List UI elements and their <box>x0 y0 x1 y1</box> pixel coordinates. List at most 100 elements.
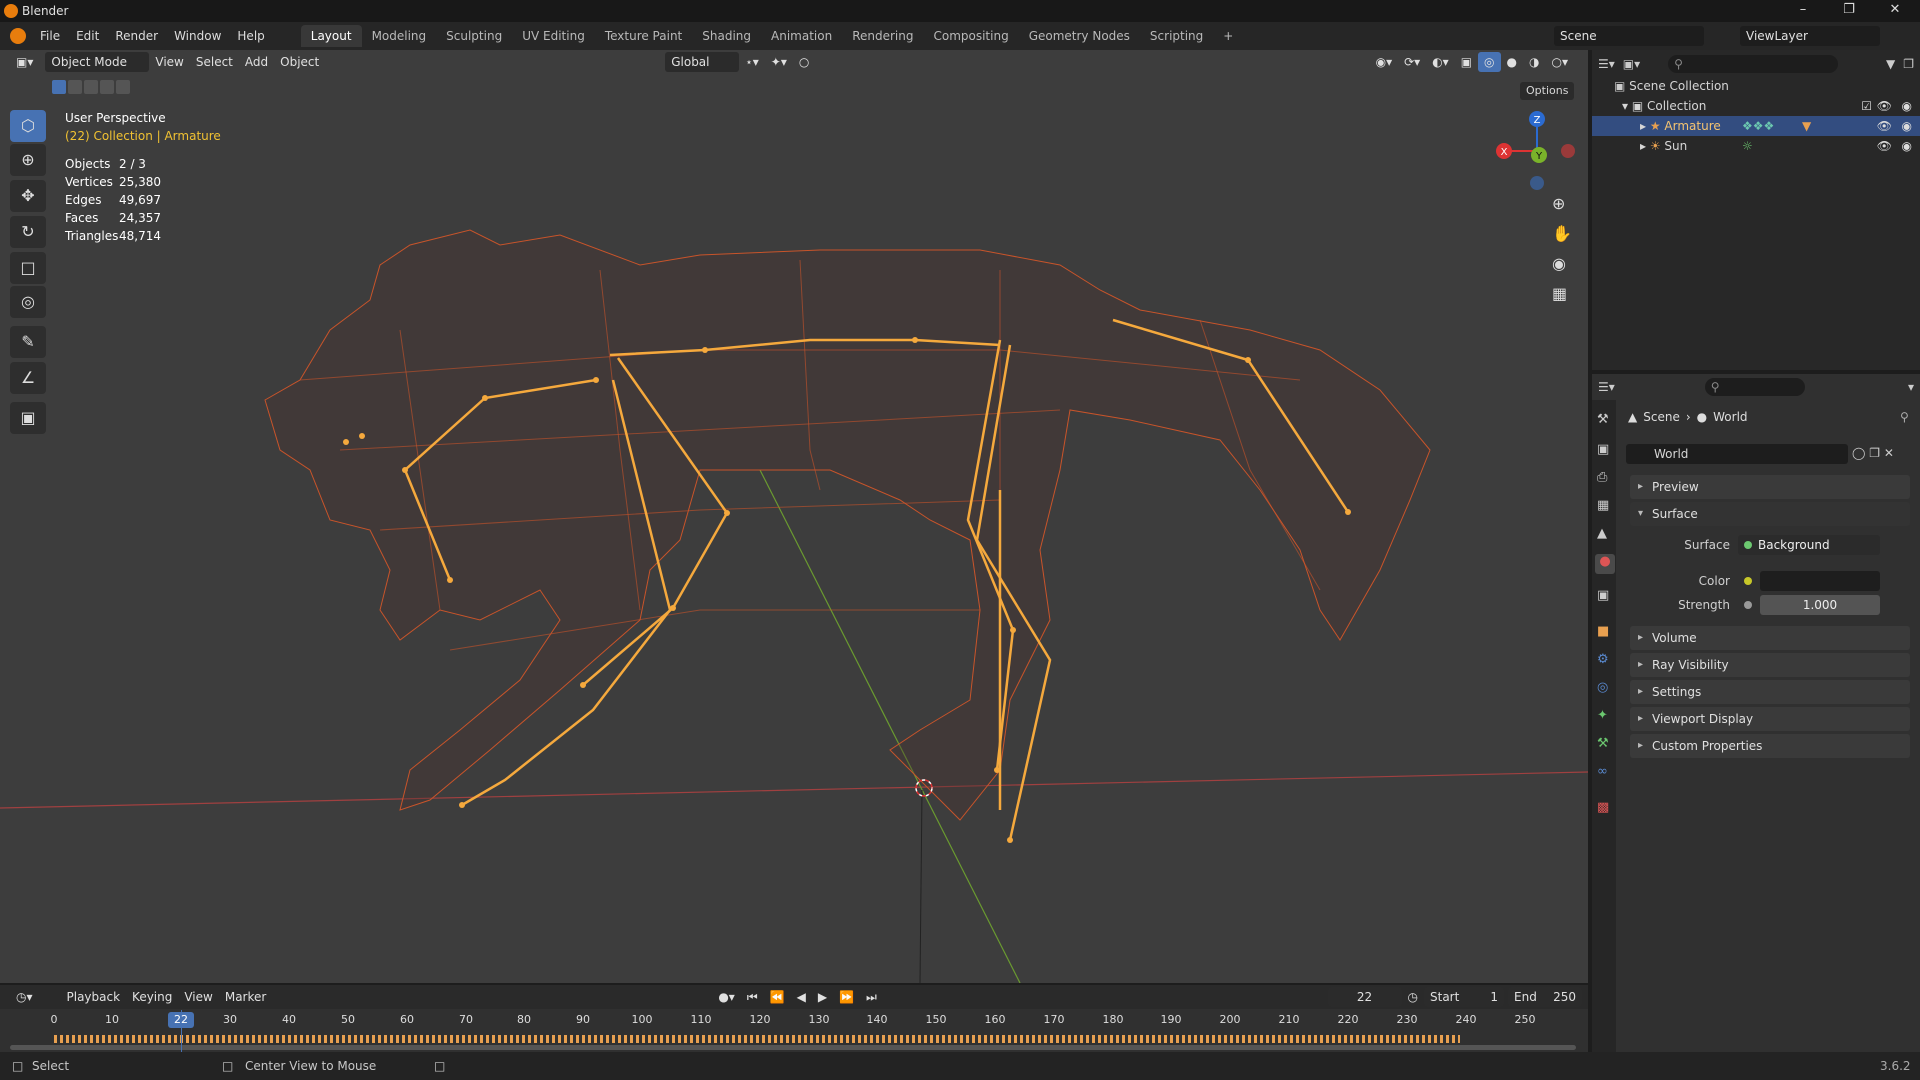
outliner-item-sun[interactable]: ▸ ☀ Sun ☼ 👁 ◉ <box>1592 136 1920 156</box>
tab-texture-paint[interactable]: Texture Paint <box>595 25 692 47</box>
view-menu[interactable]: View <box>178 987 218 1007</box>
snap-icon[interactable]: ✦▾ <box>765 52 793 72</box>
world-datablock-field[interactable]: World <box>1626 444 1848 464</box>
object-menu[interactable]: Object <box>274 52 325 72</box>
playback-menu[interactable]: Playback <box>61 987 127 1007</box>
pan-hand-icon[interactable]: ✋ <box>1552 224 1572 243</box>
ortho-grid-icon[interactable]: ▦ <box>1552 284 1567 303</box>
visibility-icon[interactable]: ◉▾ <box>1370 52 1399 72</box>
camera-icon[interactable]: ◉ <box>1902 96 1912 116</box>
measure-tool[interactable]: ∠ <box>10 362 46 394</box>
next-keyframe-icon[interactable]: ⏩ <box>833 987 860 1007</box>
blender-menu-icon[interactable] <box>10 28 26 44</box>
expand-arrow-icon[interactable]: ▸ <box>1640 139 1650 153</box>
properties-search-input[interactable]: ⚲ <box>1704 378 1805 396</box>
menu-help[interactable]: Help <box>229 29 272 43</box>
panel-surface[interactable]: ▾ Surface <box>1630 502 1910 526</box>
tab-geometry-nodes[interactable]: Geometry Nodes <box>1019 25 1140 47</box>
scene-field[interactable]: Scene <box>1554 26 1704 46</box>
select-box-tool[interactable]: ⬡ <box>10 110 46 142</box>
expand-arrow-icon[interactable]: ▾ <box>1622 99 1632 113</box>
xray-icon[interactable]: ▣ <box>1455 52 1478 72</box>
properties-editor-icon[interactable]: ☰▾ <box>1598 380 1615 394</box>
sun-data-icon[interactable]: ☼ <box>1742 136 1753 156</box>
outliner-search-input[interactable]: ⚲ <box>1668 55 1838 73</box>
start-frame-field[interactable]: Start 1 <box>1424 987 1504 1007</box>
3d-viewport[interactable]: Z X Y ⬡ ⊕ ✥ ↻ □ ◎ ✎ ∠ ▣ User Perspective… <box>0 50 1588 983</box>
view-menu[interactable]: View <box>149 52 189 72</box>
eye-icon[interactable]: 👁 <box>1877 96 1892 116</box>
strength-field[interactable]: 1.000 <box>1760 595 1880 615</box>
options-dropdown[interactable]: Options <box>1520 82 1575 100</box>
clock-icon[interactable]: ◷ <box>1402 987 1424 1007</box>
scale-tool[interactable]: □ <box>10 252 46 284</box>
select-subtract-icon[interactable] <box>84 80 98 94</box>
color-swatch[interactable] <box>1760 571 1880 591</box>
jump-end-icon[interactable]: ⏭ <box>860 987 883 1007</box>
move-tool[interactable]: ✥ <box>10 180 46 212</box>
annotate-tool[interactable]: ✎ <box>10 326 46 358</box>
camera-icon[interactable]: ◉ <box>1902 116 1912 136</box>
expand-arrow-icon[interactable]: ▸ <box>1640 119 1650 133</box>
panel-custom-properties[interactable]: ▸ Custom Properties <box>1630 734 1910 758</box>
viewlayer-field[interactable]: ViewLayer <box>1740 26 1880 46</box>
constraints-tab-icon[interactable]: ∞ <box>1597 764 1608 779</box>
select-extend-icon[interactable] <box>68 80 82 94</box>
panel-settings[interactable]: ▸ Settings <box>1630 680 1910 704</box>
material-shading-icon[interactable]: ◑ <box>1523 52 1545 72</box>
panel-preview[interactable]: ▸ Preview <box>1630 475 1910 499</box>
scene-tab-icon[interactable]: ▲ <box>1597 526 1607 541</box>
end-frame-field[interactable]: End 250 <box>1508 987 1582 1007</box>
maximize-icon[interactable]: ❐ <box>1826 0 1872 22</box>
menu-edit[interactable]: Edit <box>68 29 107 43</box>
overlay-toggle-icon[interactable]: ◐▾ <box>1426 52 1455 72</box>
world-tab-icon[interactable]: ● <box>1595 554 1615 574</box>
rendered-shading-icon[interactable]: ○▾ <box>1546 52 1575 72</box>
tab-modeling[interactable]: Modeling <box>362 25 437 47</box>
zoom-icon[interactable]: ⊕ <box>1552 194 1565 213</box>
tab-compositing[interactable]: Compositing <box>923 25 1018 47</box>
panel-volume[interactable]: ▸ Volume <box>1630 626 1910 650</box>
panel-ray-visibility[interactable]: ▸ Ray Visibility <box>1630 653 1910 677</box>
editor-type-icon[interactable]: ▣▾ <box>10 52 39 72</box>
fake-user-icon[interactable]: ◯ ❐ ✕ <box>1852 446 1894 460</box>
keying-menu[interactable]: Keying <box>126 987 178 1007</box>
selection-mode-buttons[interactable] <box>52 80 140 98</box>
marker-menu[interactable]: Marker <box>219 987 272 1007</box>
solid-shading-icon[interactable]: ● <box>1501 52 1523 72</box>
surface-shader-field[interactable]: Background <box>1738 535 1880 555</box>
tab-shading[interactable]: Shading <box>692 25 761 47</box>
view-layer-tab-icon[interactable]: ▦ <box>1597 498 1609 513</box>
timeline-scrollbar[interactable] <box>10 1045 1576 1050</box>
rotate-tool[interactable]: ↻ <box>10 216 46 248</box>
add-cube-tool[interactable]: ▣ <box>10 402 46 434</box>
tool-tab-icon[interactable]: ⚒ <box>1597 412 1609 427</box>
camera-icon[interactable]: ◉ <box>1902 136 1912 156</box>
filter-icon[interactable]: ▼ <box>1886 57 1895 71</box>
display-mode-icon[interactable]: ▣▾ <box>1623 57 1640 71</box>
object-tab-icon[interactable]: ■ <box>1597 624 1609 639</box>
outliner-scene-collection[interactable]: ▣ Scene Collection <box>1592 76 1920 96</box>
outliner-editor-icon[interactable]: ☰▾ <box>1598 57 1615 71</box>
tab-rendering[interactable]: Rendering <box>842 25 923 47</box>
output-tab-icon[interactable]: ⎙ <box>1597 470 1607 485</box>
menu-window[interactable]: Window <box>166 29 229 43</box>
gizmo-toggle-icon[interactable]: ⟳▾ <box>1398 52 1426 72</box>
transform-tool[interactable]: ◎ <box>10 286 46 318</box>
play-reverse-icon[interactable]: ◀ <box>791 987 812 1007</box>
tab-animation[interactable]: Animation <box>761 25 842 47</box>
mode-dropdown[interactable]: Object Mode <box>45 52 150 72</box>
render-tab-icon[interactable]: ▣ <box>1597 442 1609 457</box>
pin-icon[interactable]: ⚲ <box>1900 410 1909 424</box>
texture-tab-icon[interactable]: ▩ <box>1597 800 1609 815</box>
tab-sculpting[interactable]: Sculpting <box>436 25 512 47</box>
panel-viewport-display[interactable]: ▸ Viewport Display <box>1630 707 1910 731</box>
tab-uv-editing[interactable]: UV Editing <box>512 25 595 47</box>
outliner-collection[interactable]: ▾ ▣ Collection ☑ 👁 ◉ <box>1592 96 1920 116</box>
add-workspace-icon[interactable]: + <box>1213 25 1243 47</box>
collapse-icon[interactable]: ▾ <box>1908 380 1914 394</box>
select-intersect-icon[interactable] <box>116 80 130 94</box>
close-icon[interactable]: ✕ <box>1872 0 1918 22</box>
eye-icon[interactable]: 👁 <box>1877 136 1892 156</box>
physics-tab-icon[interactable]: ✦ <box>1597 708 1608 723</box>
